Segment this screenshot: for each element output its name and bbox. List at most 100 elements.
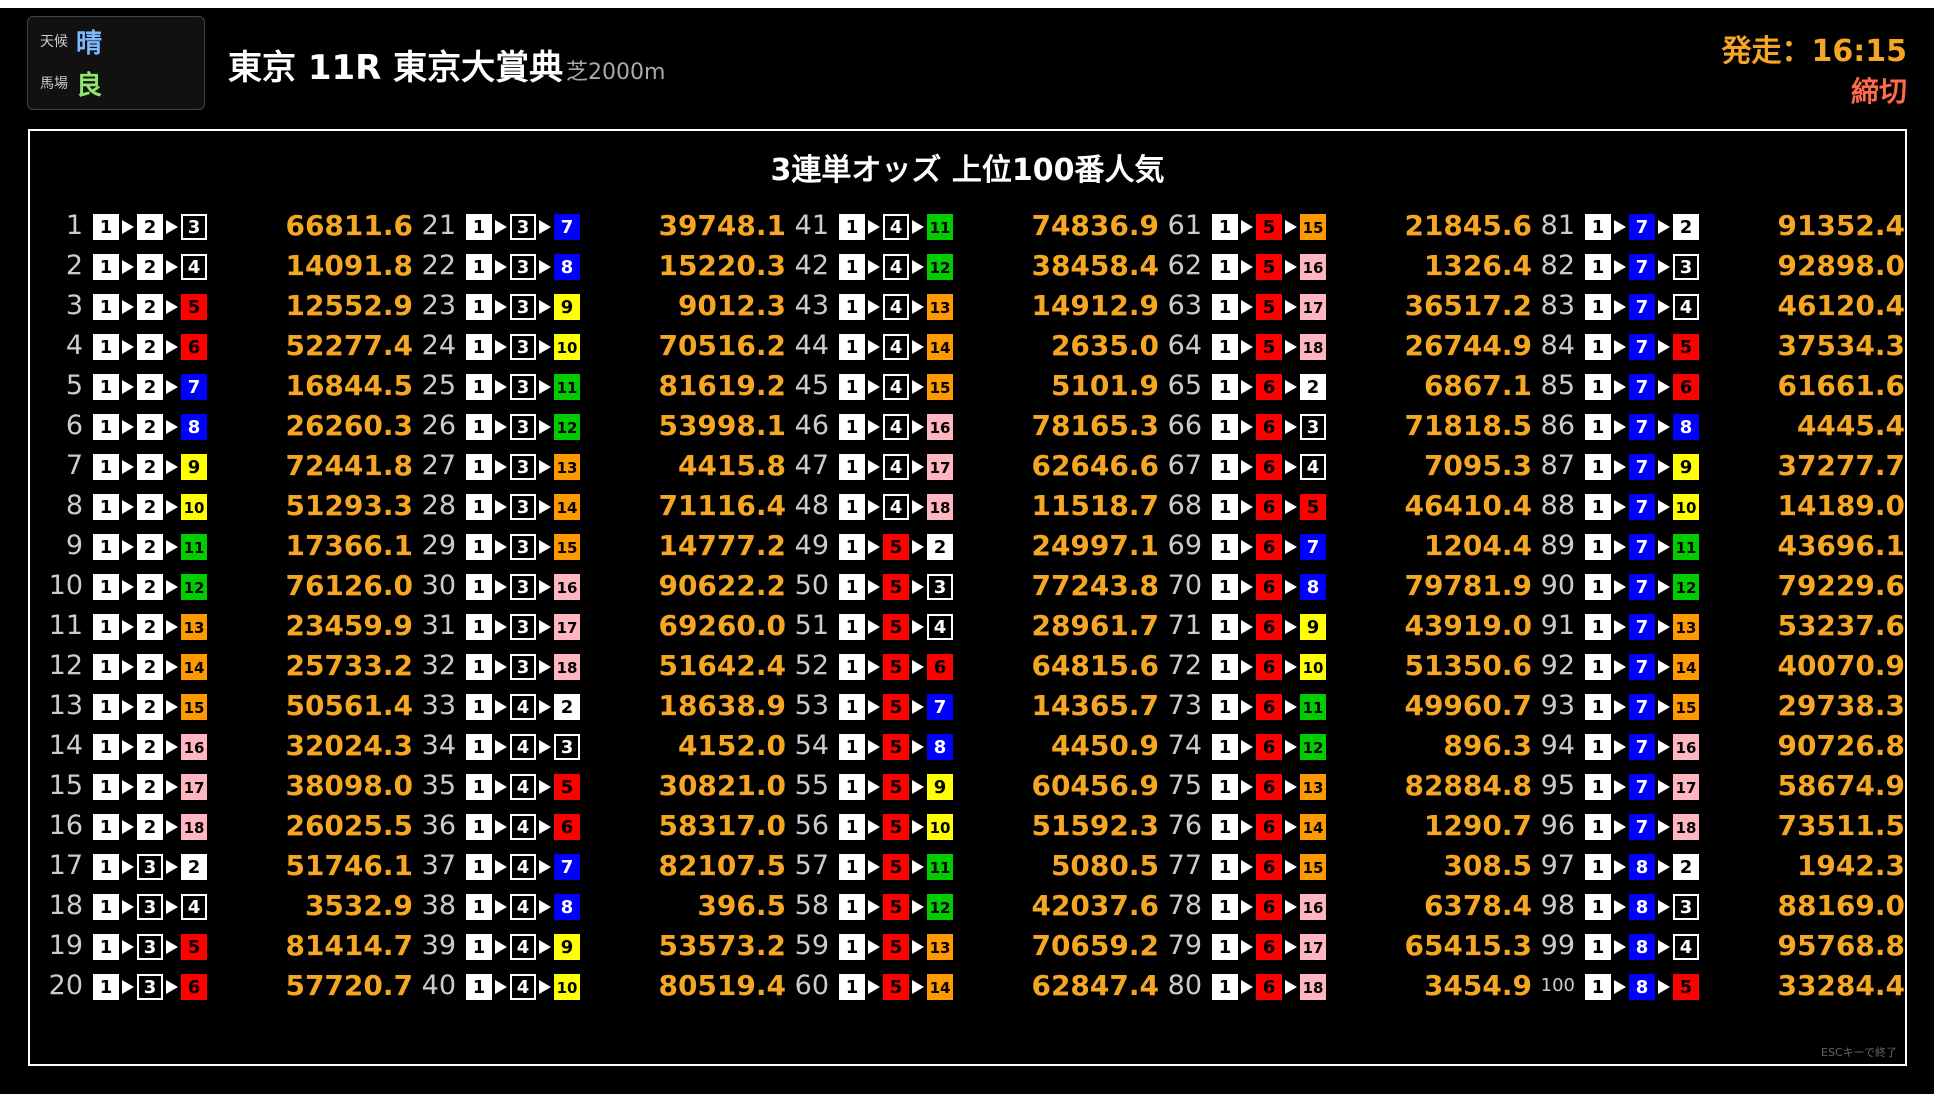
odds-value: 308.5 [1443,849,1532,882]
odds-value: 51642.4 [658,649,786,682]
arrow-right-icon [912,219,924,234]
arrow-right-icon [912,859,924,874]
combo-boxes: 1 7 18 [1585,813,1699,840]
odds-value: 5101.9 [1050,369,1159,402]
arrow-right-icon [1241,619,1253,634]
odds-value: 37534.3 [1777,329,1905,362]
rank-number: 69 [1167,530,1202,561]
odds-value: 1326.4 [1423,249,1532,282]
arrow-right-icon [912,579,924,594]
horse-number-box: 9 [181,453,207,480]
combo-boxes: 175 [1585,333,1699,360]
arrow-right-icon [539,459,551,474]
arrow-right-icon [912,779,924,794]
rank-number: 81 [1540,210,1575,241]
horse-number-box: 17 [1673,773,1699,800]
table-row: 77 1 6 15 308.5 [1160,846,1532,886]
odds-value: 61661.6 [1777,369,1905,402]
arrow-right-icon [1285,739,1297,754]
table-row: 54 1 5 8 4450.9 [787,726,1159,766]
arrow-right-icon [1285,699,1297,714]
combo-boxes: 1 4 10 [466,973,580,1000]
table-row: 99 1 8 4 95768.8 [1533,926,1905,966]
horse-number-box: 2 [1300,373,1326,400]
arrow-right-icon [1658,579,1670,594]
horse-number-box: 1 [466,813,492,840]
combo-boxes: 176 [1585,373,1699,400]
horse-number-box: 3 [510,533,536,560]
horse-number-box: 2 [137,453,163,480]
arrow-right-icon [868,699,880,714]
rank-number: 10 [48,570,83,601]
horse-number-box: 7 [1629,493,1655,520]
horse-number-box: 1 [466,693,492,720]
horse-number-box: 12 [181,573,207,600]
horse-number-box: 8 [927,733,953,760]
table-row: 82 1 7 3 92898.0 [1533,246,1905,286]
arrow-right-icon [166,859,178,874]
horse-number-box: 12 [927,893,953,920]
horse-number-box: 10 [181,493,207,520]
horse-number-box: 1 [1212,573,1238,600]
odds-value: 4450.9 [1050,729,1159,762]
horse-number-box: 4 [883,373,909,400]
combo-boxes: 1 6 15 [1212,853,1326,880]
table-row: 94 1 7 16 90726.8 [1533,726,1905,766]
odds-value: 14912.9 [1031,289,1159,322]
arrow-right-icon [166,739,178,754]
horse-number-box: 7 [554,213,580,240]
odds-value: 26025.5 [285,809,413,842]
horse-number-box: 11 [181,533,207,560]
rank-number: 46 [794,410,829,441]
horse-number-box: 1 [839,493,865,520]
arrow-right-icon [539,259,551,274]
table-row: 22 1 3 8 15220.3 [414,246,786,286]
horse-number-box: 15 [181,693,207,720]
combo-boxes: 1 6 16 [1212,893,1326,920]
horse-number-box: 16 [1673,733,1699,760]
table-row: 53 1 5 7 14365.7 [787,686,1159,726]
horse-number-box: 2 [1673,853,1699,880]
horse-number-box: 1 [1585,893,1611,920]
odds-value: 11518.7 [1031,489,1159,522]
rank-number: 47 [794,450,829,481]
horse-number-box: 1 [93,893,119,920]
horse-number-box: 18 [927,493,953,520]
horse-number-box: 17 [1300,293,1326,320]
horse-number-box: 13 [554,453,580,480]
odds-value: 896.3 [1443,729,1532,762]
horse-number-box: 1 [93,853,119,880]
horse-number-box: 4 [510,693,536,720]
rank-number: 90 [1540,570,1575,601]
rank-number: 76 [1167,810,1202,841]
table-row: 32 1 3 18 51642.4 [414,646,786,686]
horse-number-box: 2 [137,613,163,640]
rank-number: 63 [1167,290,1202,321]
horse-number-box: 1 [1212,973,1238,1000]
arrow-right-icon [1241,819,1253,834]
odds-value: 9012.3 [677,289,786,322]
combo-boxes: 127 [93,373,207,400]
rank-number: 36 [421,810,456,841]
odds-panel: 3連単オッズ 上位100番人気 1 1 2 3 66811.6 2 1 2 4 14091.8 3 1… [28,129,1907,1066]
horse-number-box: 7 [1629,213,1655,240]
arrow-right-icon [495,539,507,554]
arrow-right-icon [1241,899,1253,914]
odds-value: 76126.0 [285,569,413,602]
horse-number-box: 4 [883,413,909,440]
table-row: 76 1 6 14 1290.7 [1160,806,1532,846]
horse-number-box: 8 [181,413,207,440]
arrow-right-icon [1241,979,1253,994]
horse-number-box: 1 [1585,733,1611,760]
horse-number-box: 1 [839,813,865,840]
combo-boxes: 173 [1585,253,1699,280]
horse-number-box: 1 [839,213,865,240]
horse-number-box: 3 [510,333,536,360]
horse-number-box: 6 [1256,773,1282,800]
odds-value: 24997.1 [1031,529,1159,562]
arrow-right-icon [1658,779,1670,794]
arrow-right-icon [166,899,178,914]
rank-number: 62 [1167,250,1202,281]
arrow-right-icon [912,939,924,954]
table-row: 48 1 4 18 11518.7 [787,486,1159,526]
